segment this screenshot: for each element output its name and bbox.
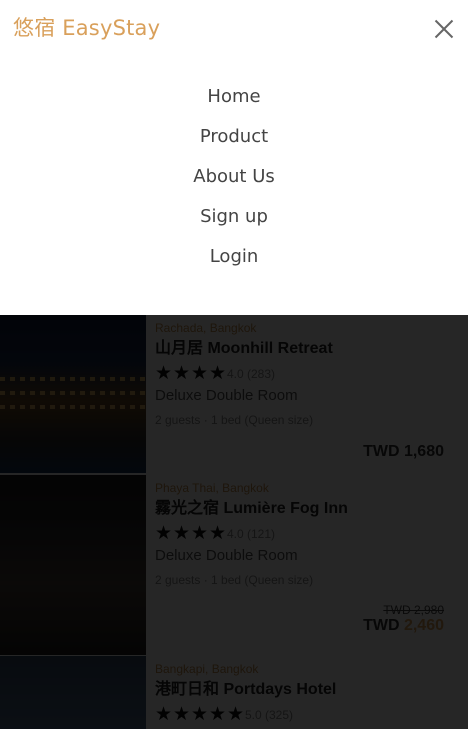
star-icon: ★ xyxy=(155,704,173,725)
star-icon: ★ xyxy=(191,704,209,725)
rating: ★ ★ ★ ★ ★ 5.0 (325) xyxy=(155,704,444,725)
hotel-name[interactable]: 山月居 Moonhill Retreat xyxy=(155,340,444,358)
price-currency: TWD xyxy=(363,443,400,460)
star-icon: ★ xyxy=(209,363,227,384)
hotel-card[interactable]: Phaya Thai, Bangkok 霧光之宿 Lumière Fog Inn… xyxy=(0,475,468,655)
nav-item-product[interactable]: Product xyxy=(0,124,468,164)
hotel-location: Bangkapi, Bangkok xyxy=(155,662,259,676)
nav-item-login[interactable]: Login xyxy=(0,244,468,284)
hotel-photo-lights xyxy=(0,377,146,381)
room-specs: 2 guests · 1 bed (Queen size) xyxy=(155,573,314,587)
star-icon: ★ xyxy=(227,704,245,725)
nav-item-about-us[interactable]: About Us xyxy=(0,164,468,204)
price: TWD 1,680 xyxy=(363,443,444,461)
hotel-photo xyxy=(0,475,146,655)
brand-logo[interactable]: 悠宿 EasyStay xyxy=(13,12,160,42)
hotel-name[interactable]: 霧光之宿 Lumière Fog Inn xyxy=(155,500,444,518)
hotel-info: Bangkapi, Bangkok 港町日和 Portdays Hotel ★ … xyxy=(155,662,444,724)
rating-text: 4.0 (283) xyxy=(227,367,276,381)
hotel-photo xyxy=(0,656,146,729)
room-specs: 2 guests · 1 bed (Queen size) xyxy=(155,413,314,427)
star-icon: ★ xyxy=(191,363,209,384)
rating-text: 5.0 (325) xyxy=(245,708,294,722)
rating: ★ ★ ★ ★ 4.0 (121) xyxy=(155,523,444,544)
rating-text: 4.0 (121) xyxy=(227,527,276,541)
price-currency: TWD xyxy=(363,617,400,634)
close-icon[interactable] xyxy=(433,18,455,40)
star-icon: ★ xyxy=(173,704,191,725)
hotel-location: Phaya Thai, Bangkok xyxy=(155,481,269,495)
nav-drawer: 悠宿 EasyStay Home Product About Us Sign u… xyxy=(0,0,468,315)
hotel-list: Rachada, Bangkok 山月居 Moonhill Retreat ★ … xyxy=(0,315,468,729)
nav-item-home[interactable]: Home xyxy=(0,84,468,124)
star-icon: ★ xyxy=(155,363,173,384)
hotel-photo xyxy=(0,315,146,473)
price: TWD 2,980 TWD 2,460 xyxy=(363,603,444,635)
old-price: TWD 2,980 xyxy=(383,603,444,617)
star-icon: ★ xyxy=(173,523,191,544)
star-icon: ★ xyxy=(209,523,227,544)
price-value: 2,460 xyxy=(403,617,444,634)
room-type: Deluxe Double Room xyxy=(155,387,298,404)
star-icon: ★ xyxy=(191,523,209,544)
hotel-location: Rachada, Bangkok xyxy=(155,321,257,335)
hotel-photo-lights xyxy=(0,405,146,409)
nav-item-sign-up[interactable]: Sign up xyxy=(0,204,468,244)
room-type: Deluxe Double Room xyxy=(155,547,298,564)
nav-menu: Home Product About Us Sign up Login xyxy=(0,84,468,284)
star-icon: ★ xyxy=(155,523,173,544)
price-value: 1,680 xyxy=(403,443,444,460)
hotel-name[interactable]: 港町日和 Portdays Hotel xyxy=(155,681,444,699)
star-icon: ★ xyxy=(173,363,191,384)
hotel-photo-lights xyxy=(0,391,146,395)
hotel-info: Rachada, Bangkok 山月居 Moonhill Retreat ★ … xyxy=(155,321,444,427)
hotel-info: Phaya Thai, Bangkok 霧光之宿 Lumière Fog Inn… xyxy=(155,481,444,587)
rating: ★ ★ ★ ★ 4.0 (283) xyxy=(155,363,444,384)
hotel-card[interactable]: Rachada, Bangkok 山月居 Moonhill Retreat ★ … xyxy=(0,315,468,473)
hotel-card[interactable]: Bangkapi, Bangkok 港町日和 Portdays Hotel ★ … xyxy=(0,656,468,729)
star-icon: ★ xyxy=(209,704,227,725)
